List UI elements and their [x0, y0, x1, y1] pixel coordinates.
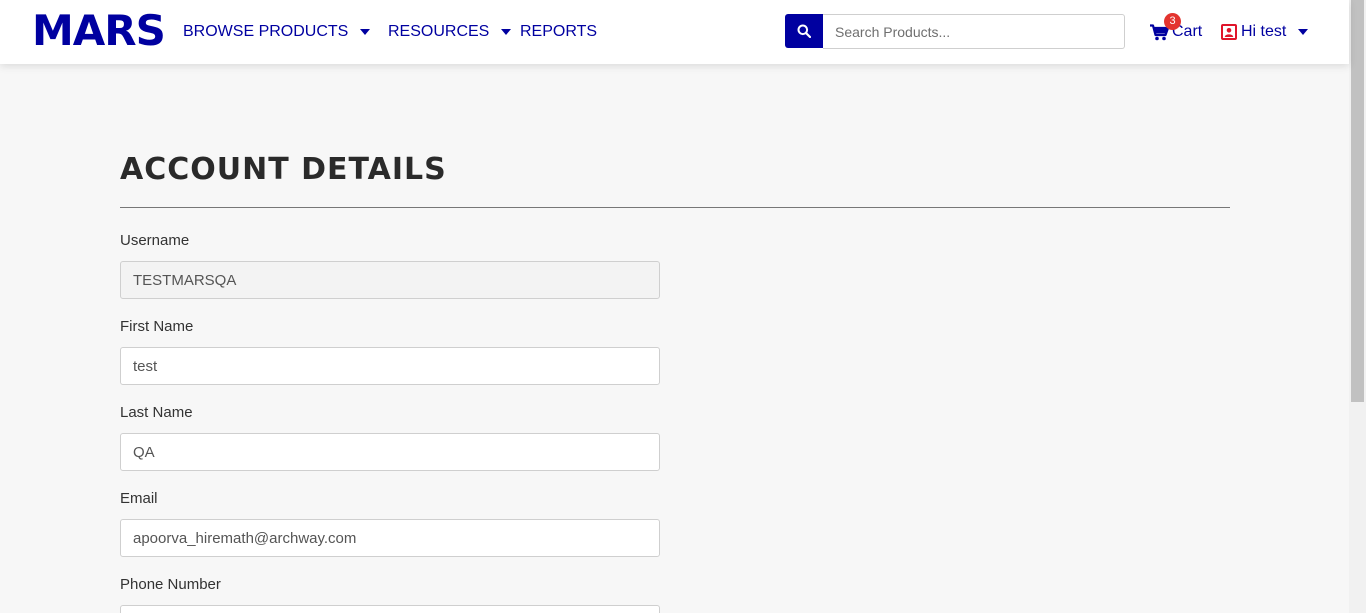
first-name-field[interactable]	[120, 347, 660, 385]
nav-resources-label: RESOURCES	[388, 23, 490, 40]
page-title: ACCOUNT DETAILS	[120, 152, 447, 187]
nav-reports[interactable]: REPORTS	[520, 21, 597, 43]
nav-browse-products-label: BROWSE PRODUCTS	[183, 23, 349, 40]
first-name-label: First Name	[120, 318, 194, 335]
mars-logo[interactable]: MARS	[32, 10, 166, 52]
caret-down-icon	[360, 29, 371, 35]
user-menu[interactable]: Hi test	[1221, 21, 1309, 43]
title-divider	[120, 207, 1230, 208]
email-field[interactable]	[120, 519, 660, 557]
username-label: Username	[120, 232, 190, 249]
search-icon	[797, 24, 811, 38]
nav-browse-products[interactable]: BROWSE PRODUCTS	[183, 21, 371, 43]
username-field[interactable]	[120, 261, 660, 299]
cart-link[interactable]: 3 Cart	[1150, 13, 1202, 43]
cart-count-badge: 3	[1164, 13, 1181, 30]
top-navbar: MARS BROWSE PRODUCTS RESOURCES REPORTS 3…	[0, 0, 1349, 64]
last-name-label: Last Name	[120, 404, 193, 421]
last-name-field[interactable]	[120, 433, 660, 471]
phone-field[interactable]	[120, 605, 660, 613]
nav-resources[interactable]: RESOURCES	[388, 21, 512, 43]
scrollbar-thumb[interactable]	[1351, 0, 1364, 402]
email-label: Email	[120, 490, 158, 507]
phone-label: Phone Number	[120, 576, 221, 593]
page-scrollbar[interactable]	[1349, 0, 1366, 613]
nav-reports-label: REPORTS	[520, 23, 598, 40]
caret-down-icon	[1298, 29, 1309, 35]
user-icon	[1221, 24, 1237, 40]
search-button[interactable]	[785, 14, 823, 48]
caret-down-icon	[501, 29, 512, 35]
user-greeting: Hi test	[1241, 23, 1287, 40]
search-input[interactable]	[823, 14, 1125, 49]
